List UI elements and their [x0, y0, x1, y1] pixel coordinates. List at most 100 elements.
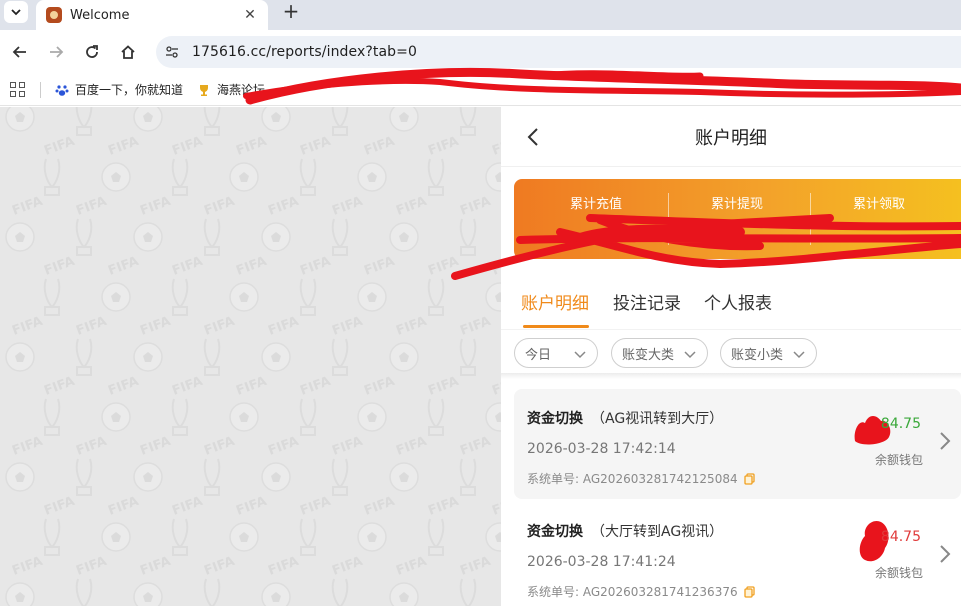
- svg-text:FIFA: FIFA: [202, 194, 236, 219]
- major-category-filter[interactable]: 账变大类: [611, 338, 708, 368]
- record-title: 资金切换 （AG视讯转到大厅）: [527, 408, 723, 428]
- close-tab-icon[interactable]: ✕: [240, 7, 260, 23]
- tab-bar: 账户明细 投注记录 个人报表: [501, 279, 961, 329]
- stat-label: 累计提现: [710, 197, 763, 212]
- date-filter[interactable]: 今日: [514, 338, 598, 368]
- browser-tab[interactable]: Welcome ✕: [36, 0, 268, 30]
- svg-text:FIFA: FIFA: [266, 314, 300, 339]
- svg-text:FIFA: FIFA: [426, 254, 460, 279]
- record-amount: 84.75: [880, 529, 921, 545]
- tab-account-details[interactable]: 账户明细: [521, 289, 589, 314]
- minor-category-filter[interactable]: 账变小类: [720, 338, 817, 368]
- address-bar[interactable]: 175616.cc/reports/index?tab=0: [156, 36, 961, 68]
- svg-text:FIFA: FIFA: [170, 374, 204, 399]
- svg-text:FIFA: FIFA: [10, 434, 44, 459]
- svg-text:FIFA: FIFA: [490, 134, 501, 159]
- chevron-down-icon: [684, 351, 696, 359]
- active-tab-indicator: [523, 325, 589, 328]
- arrow-right-icon: [50, 46, 64, 58]
- svg-text:FIFA: FIFA: [362, 254, 396, 279]
- record-card[interactable]: 资金切换 （AG视讯转到大厅） 2026-03-28 17:42:14 系统单号:…: [514, 389, 961, 499]
- record-type: 资金切换: [527, 524, 583, 540]
- record-wallet: 余额钱包: [874, 453, 923, 467]
- svg-text:FIFA: FIFA: [42, 374, 76, 399]
- arrow-left-icon: [12, 46, 26, 58]
- svg-text:FIFA: FIFA: [426, 374, 460, 399]
- reload-button[interactable]: [78, 38, 106, 66]
- svg-text:FIFA: FIFA: [330, 434, 364, 459]
- bookmark-baidu[interactable]: 百度一下，你就知道: [55, 81, 183, 98]
- svg-text:FIFA: FIFA: [490, 494, 501, 519]
- copy-icon[interactable]: [743, 585, 756, 598]
- page-background-pattern: FIFA FIFA FIFA FIFA FIFA FIFA FIFA FIFA FIFA FIFA…: [0, 107, 501, 606]
- tab-bet-records[interactable]: 投注记录: [613, 289, 681, 314]
- mobile-app-panel: 账户明细 累计充值 累计提现 累计领取 账户明细 投注记录 个人报表 今日 账变…: [501, 107, 961, 606]
- record-order: 系统单号: AG202603281742125084: [527, 470, 756, 487]
- svg-text:FIFA: FIFA: [394, 194, 428, 219]
- chevron-left-icon: [527, 128, 538, 146]
- svg-text:FIFA: FIFA: [74, 194, 108, 219]
- svg-text:FIFA: FIFA: [234, 254, 268, 279]
- record-order: 系统单号: AG202603281741236376: [527, 583, 756, 600]
- svg-text:FIFA: FIFA: [202, 314, 236, 339]
- svg-text:FIFA: FIFA: [426, 494, 460, 519]
- forward-button[interactable]: [42, 38, 70, 66]
- stats-banner: 累计充值 累计提现 累计领取: [514, 179, 961, 259]
- svg-text:FIFA: FIFA: [362, 494, 396, 519]
- svg-text:FIFA: FIFA: [74, 314, 108, 339]
- back-button[interactable]: [6, 38, 34, 66]
- app-header: 账户明细: [501, 107, 961, 167]
- svg-text:FIFA: FIFA: [74, 554, 108, 579]
- home-button[interactable]: [114, 38, 142, 66]
- baidu-paw-icon: [55, 83, 69, 97]
- svg-text:FIFA: FIFA: [330, 554, 364, 579]
- copy-icon[interactable]: [743, 472, 756, 485]
- record-desc: （AG视讯转到大厅）: [591, 411, 724, 427]
- svg-text:FIFA: FIFA: [458, 314, 492, 339]
- filter-label: 账变小类: [731, 347, 784, 363]
- svg-text:FIFA: FIFA: [74, 434, 108, 459]
- chevron-down-icon: [11, 9, 21, 16]
- svg-text:FIFA: FIFA: [138, 194, 172, 219]
- svg-text:FIFA: FIFA: [234, 494, 268, 519]
- svg-text:FIFA: FIFA: [42, 254, 76, 279]
- stat-label: 累计领取: [852, 197, 905, 212]
- record-desc: （大厅转到AG视讯）: [591, 524, 724, 540]
- home-icon: [121, 45, 135, 59]
- browser-toolbar: 175616.cc/reports/index?tab=0: [0, 30, 961, 74]
- svg-text:FIFA: FIFA: [490, 254, 501, 279]
- order-number: AG202603281741236376: [582, 584, 738, 599]
- bookmark-haiyan[interactable]: 海燕论坛: [197, 81, 265, 98]
- svg-text:FIFA: FIFA: [394, 314, 428, 339]
- svg-text:FIFA: FIFA: [10, 314, 44, 339]
- record-card[interactable]: 资金切换 （大厅转到AG视讯） 2026-03-28 17:41:24 系统单号:…: [514, 502, 961, 606]
- svg-text:FIFA: FIFA: [106, 134, 140, 159]
- apps-grid-icon[interactable]: [10, 81, 26, 98]
- tab-search-button[interactable]: [4, 1, 28, 23]
- svg-text:FIFA: FIFA: [138, 314, 172, 339]
- filter-label: 今日: [525, 347, 552, 363]
- page-title: 账户明细: [695, 127, 767, 149]
- svg-text:FIFA: FIFA: [458, 434, 492, 459]
- tab-personal-report[interactable]: 个人报表: [704, 289, 772, 314]
- svg-text:FIFA: FIFA: [42, 134, 76, 159]
- new-tab-button[interactable]: +: [280, 1, 302, 23]
- chevron-right-icon: [940, 545, 951, 563]
- svg-text:FIFA: FIFA: [394, 554, 428, 579]
- svg-text:FIFA: FIFA: [42, 494, 76, 519]
- svg-text:FIFA: FIFA: [362, 134, 396, 159]
- back-button[interactable]: [521, 125, 545, 149]
- site-info-icon[interactable]: [162, 42, 182, 62]
- svg-text:FIFA: FIFA: [298, 134, 332, 159]
- record-time: 2026-03-28 17:42:14: [527, 441, 676, 457]
- svg-text:FIFA: FIFA: [362, 374, 396, 399]
- stat-claim: 累计领取: [804, 179, 954, 259]
- svg-text:FIFA: FIFA: [138, 434, 172, 459]
- record-amount: 84.75: [880, 416, 921, 432]
- svg-text:FIFA: FIFA: [298, 374, 332, 399]
- svg-text:FIFA: FIFA: [10, 554, 44, 579]
- chevron-down-icon: [574, 351, 586, 359]
- tab-title: Welcome: [70, 7, 130, 23]
- svg-text:FIFA: FIFA: [298, 254, 332, 279]
- svg-text:FIFA: FIFA: [234, 134, 268, 159]
